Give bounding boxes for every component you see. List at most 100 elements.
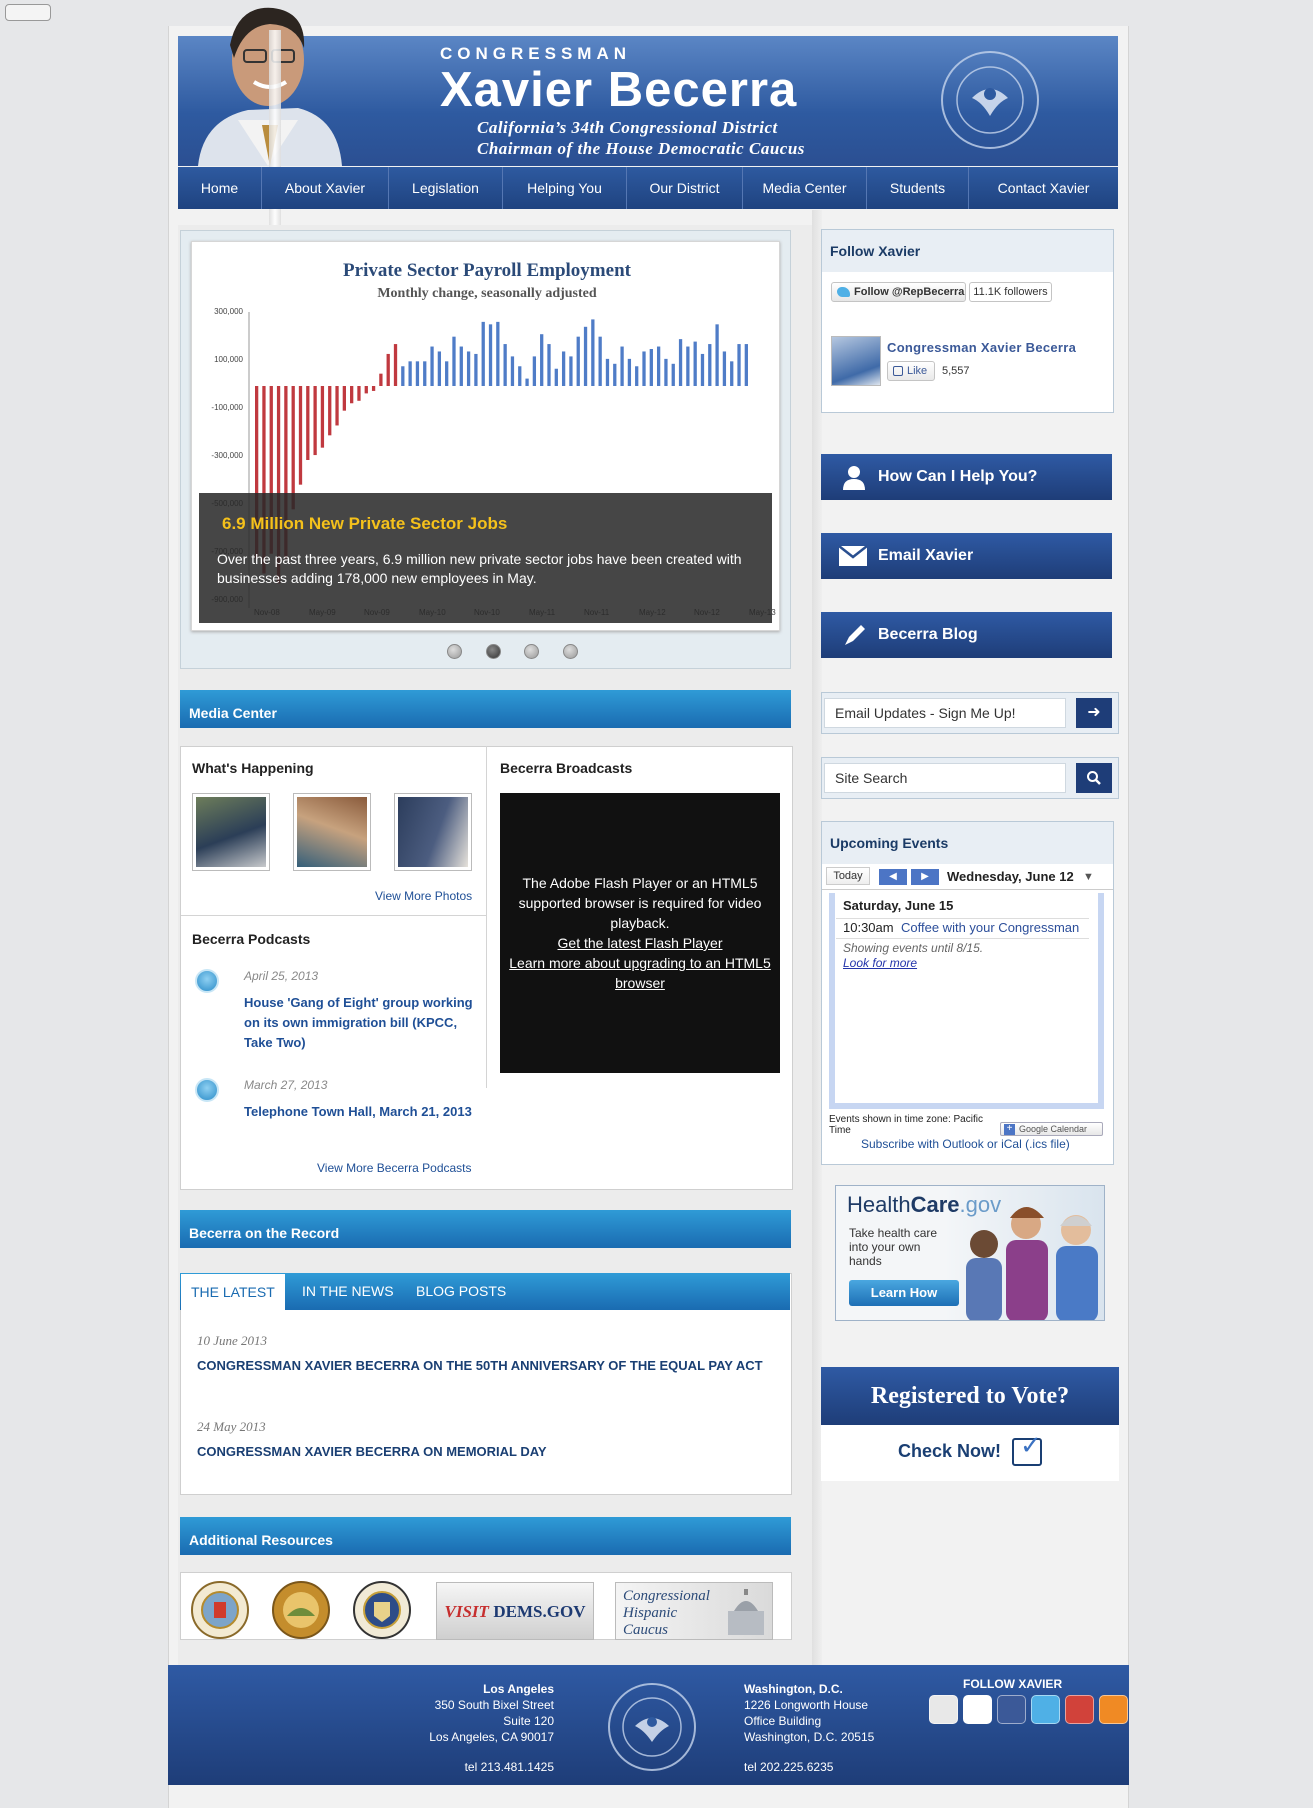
youtube-icon[interactable] [929,1695,958,1724]
calendar-today-button[interactable]: Today [826,867,870,885]
nav-item-our-district[interactable]: Our District [627,167,743,209]
html5-upgrade-link[interactable]: Learn more about upgrading to an HTML5 b… [509,955,771,991]
email-signup-input[interactable]: Email Updates - Sign Me Up! [824,698,1066,728]
chart-y-tick: -100,000 [211,403,243,412]
chart-bar [357,386,361,401]
slide-caption-text: Over the past three years, 6.9 million n… [217,551,742,586]
chart-bar [664,358,668,386]
flash-player-link[interactable]: Get the latest Flash Player [558,935,723,951]
becerra-blog-button[interactable]: Becerra Blog [821,612,1112,658]
twitter-follow-button[interactable]: Follow @RepBecerra [831,282,966,302]
video-player[interactable]: The Adobe Flash Player or an HTML5 suppo… [500,793,780,1073]
chart-title: Private Sector Payroll Employment [343,260,632,281]
state-seal-icon[interactable] [271,1580,331,1640]
twitter-count[interactable]: 11.1K followers [969,282,1052,302]
calendar-look-more-link[interactable]: Look for more [843,956,917,970]
chart-bar [328,386,332,436]
chart-y-tick: 100,000 [214,355,243,364]
email-xavier-button[interactable]: Email Xavier [821,533,1112,579]
photo-thumb-2[interactable] [293,793,371,871]
twitter-bird-icon [837,287,850,297]
view-more-photos-link[interactable]: View More Photos [375,889,472,903]
nav-item-students[interactable]: Students [867,167,969,209]
person-icon [843,466,865,490]
slide-dot-2[interactable] [486,644,501,659]
facebook-like-count: 5,557 [942,365,970,377]
chart-bar [386,353,390,386]
nav-item-home[interactable]: Home [178,167,262,209]
calendar-prev-button[interactable]: ◀ [879,869,907,885]
help-button[interactable]: How Can I Help You? [821,454,1112,500]
chart-bar [481,321,485,386]
dc-address-line: 1226 Longworth House [744,1698,869,1712]
record-date: 10 June 2013 [197,1333,268,1348]
nav-item-helping-you[interactable]: Helping You [503,167,627,209]
nav-item-contact-xavier[interactable]: Contact Xavier [969,167,1118,209]
arrow-right-icon: ➜ [1087,704,1101,721]
chart-bar [459,346,463,386]
nav-item-media-center[interactable]: Media Center [743,167,867,209]
podcast-link[interactable]: House 'Gang of Eight' group working on i… [244,993,479,1053]
chc-banner[interactable]: Congressional Hispanic Caucus [615,1582,773,1640]
tab-in-the-news[interactable]: IN THE NEWS [292,1273,404,1310]
pen-icon [845,625,865,645]
chart-bar [335,386,339,426]
slide-dot-3[interactable] [524,644,539,659]
county-seal-icon[interactable] [352,1580,412,1640]
slide-dot-1[interactable] [447,644,462,659]
chart-bar [401,366,405,386]
calendar-day-heading: Saturday, June 15 [843,898,954,913]
view-more-podcasts-link[interactable]: View More Becerra Podcasts [317,1161,472,1175]
registered-to-vote-heading[interactable]: Registered to Vote? [821,1367,1119,1425]
dems-gov-banner[interactable]: VISIT DEMS.GOV [436,1582,594,1640]
chart-bar [569,356,573,386]
healthcare-learn-how-button[interactable]: Learn How [849,1280,959,1306]
email-signup-submit[interactable]: ➜ [1076,698,1112,728]
chart-bar [737,344,741,386]
chart-bar [642,351,646,386]
flickr-icon[interactable] [963,1695,992,1724]
slide-dot-4[interactable] [563,644,578,659]
google-plus-icon[interactable] [1065,1695,1094,1724]
city-seal-icon[interactable] [190,1580,250,1640]
la-office-title: Los Angeles [483,1682,554,1696]
facebook-page-link[interactable]: Congressman Xavier Becerra [887,340,1076,355]
slide-caption-title[interactable]: 6.9 Million New Private Sector Jobs [222,514,507,534]
photo-thumb-3[interactable] [394,793,472,871]
healthcare-gov-ad[interactable]: HealthCare.gov Take health care into you… [835,1185,1105,1321]
site-search-input[interactable]: Site Search [824,763,1066,793]
nav-item-legislation[interactable]: Legislation [389,167,503,209]
tab-the-latest[interactable]: THE LATEST [181,1273,285,1310]
facebook-icon[interactable] [997,1695,1026,1724]
envelope-icon [839,546,867,566]
facebook-like-button[interactable]: Like [887,361,935,381]
chart-bar [686,346,690,386]
healthcare-brand-1: Health [847,1192,911,1217]
tab-blog-posts[interactable]: BLOG POSTS [406,1273,516,1310]
photo-thumb-1[interactable] [192,793,270,871]
la-address-line: Los Angeles, CA 90017 [429,1730,554,1744]
twitter-icon[interactable] [1031,1695,1060,1724]
podcasts-heading: Becerra Podcasts [192,931,311,947]
nav-item-about-xavier[interactable]: About Xavier [262,167,389,209]
la-address-line: 350 South Bixel Street [434,1698,554,1712]
check-now-link[interactable]: Check Now! ✓ [821,1425,1119,1481]
rss-icon[interactable] [1099,1695,1128,1724]
calendar-event-link[interactable]: Coffee with your Congressman [901,920,1079,935]
podcast-link[interactable]: Telephone Town Hall, March 21, 2013 [244,1102,494,1122]
chart-bar [488,324,493,386]
calendar-next-button[interactable]: ▶ [911,869,939,885]
top-corner-button[interactable] [5,4,51,21]
chevron-down-icon[interactable]: ▼ [1083,871,1094,883]
congressman-photo [178,0,342,166]
chart-y-tick: 300,000 [214,307,243,316]
facebook-avatar[interactable] [831,336,881,386]
subscribe-calendar-link[interactable]: Subscribe with Outlook or iCal (.ics fil… [861,1137,1070,1151]
house-seal-icon [941,51,1039,149]
record-link[interactable]: CONGRESSMAN XAVIER BECERRA ON MEMORIAL D… [197,1444,547,1459]
chart-bar [620,346,624,386]
site-search-submit[interactable] [1076,763,1112,793]
record-link[interactable]: CONGRESSMAN XAVIER BECERRA ON THE 50TH A… [197,1358,763,1373]
dc-phone: tel 202.225.6235 [744,1760,834,1774]
google-calendar-badge[interactable]: + Google Calendar [1000,1122,1103,1136]
